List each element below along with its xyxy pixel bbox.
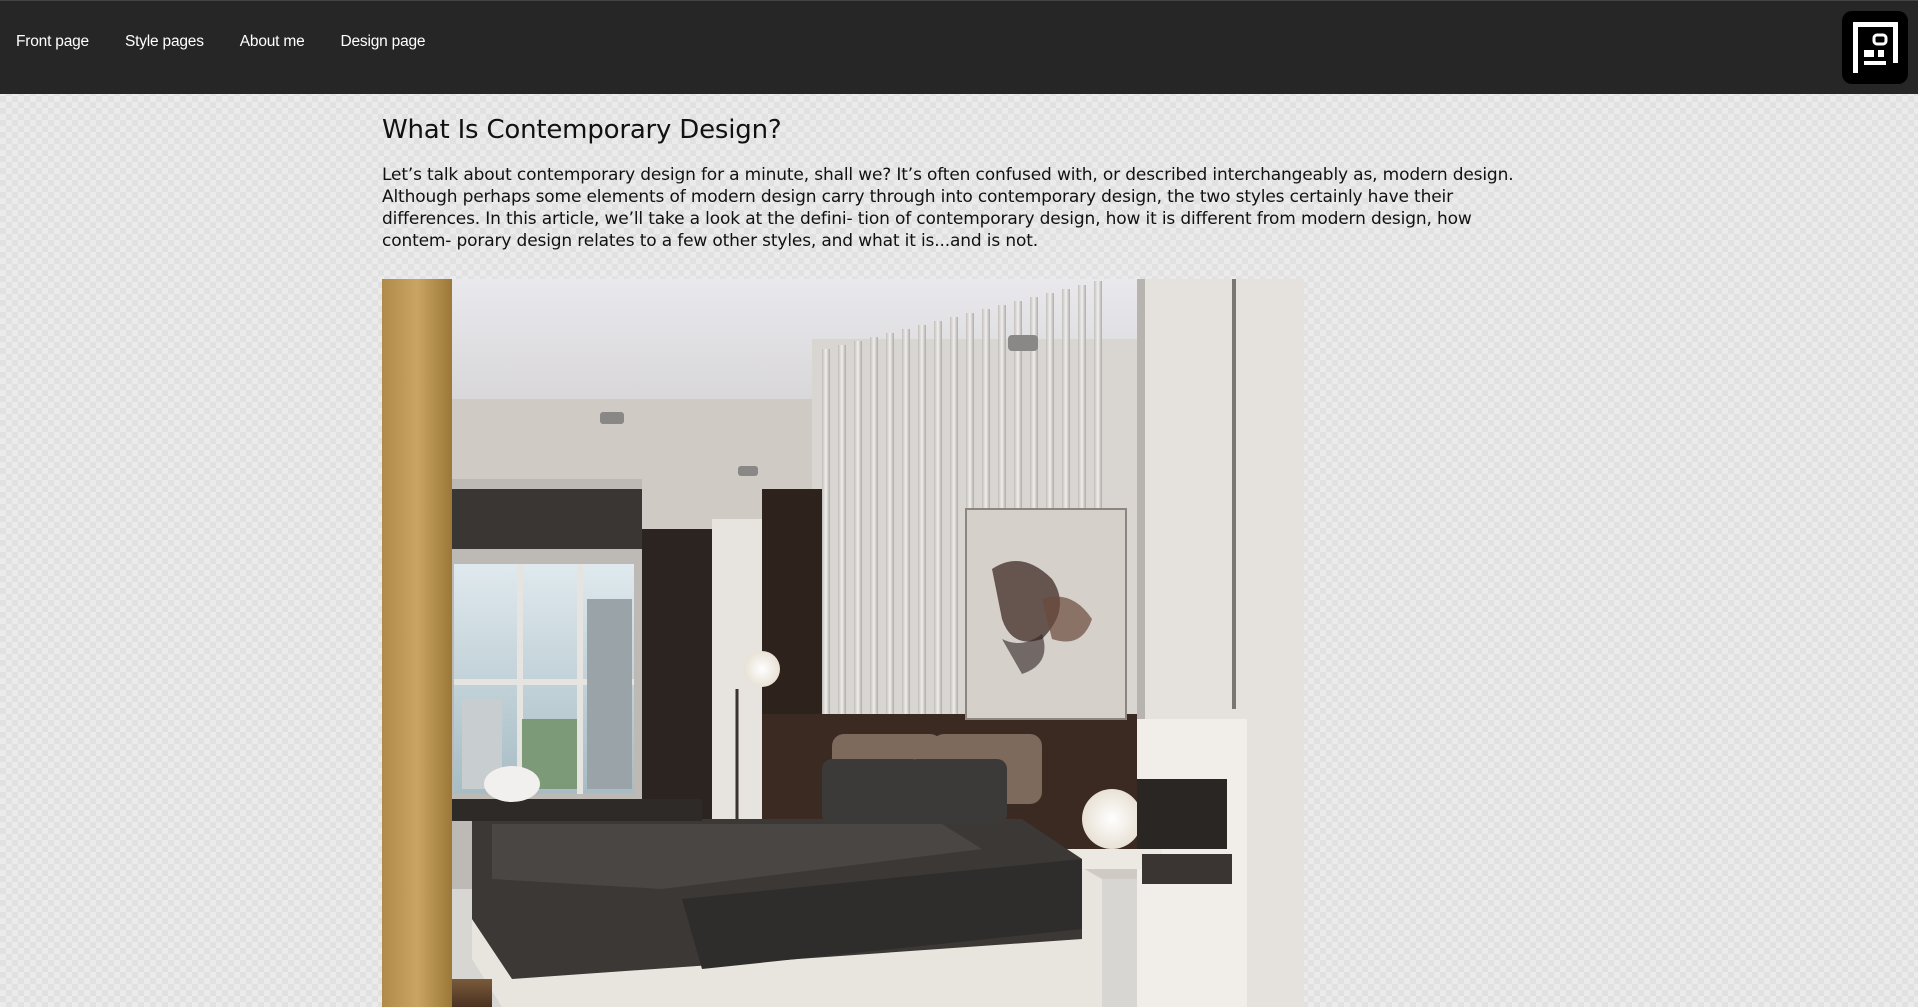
article-intro: Let’s talk about contemporary design for… — [382, 165, 1514, 251]
page-title: What Is Contemporary Design? — [382, 115, 782, 145]
nav-design-page[interactable]: Design page — [341, 33, 426, 51]
nav-style-pages[interactable]: Style pages — [125, 33, 204, 51]
bedroom-photo — [382, 279, 1304, 1007]
floorplan-logo-icon[interactable] — [1842, 11, 1908, 84]
nav-about-me[interactable]: About me — [240, 33, 305, 51]
article: What Is Contemporary Design? Let’s talk … — [382, 115, 1532, 252]
top-navigation-bar: Front page Style pages About me Design p… — [0, 0, 1918, 94]
main-nav: Front page Style pages About me Design p… — [16, 33, 461, 51]
nav-front-page[interactable]: Front page — [16, 33, 89, 51]
